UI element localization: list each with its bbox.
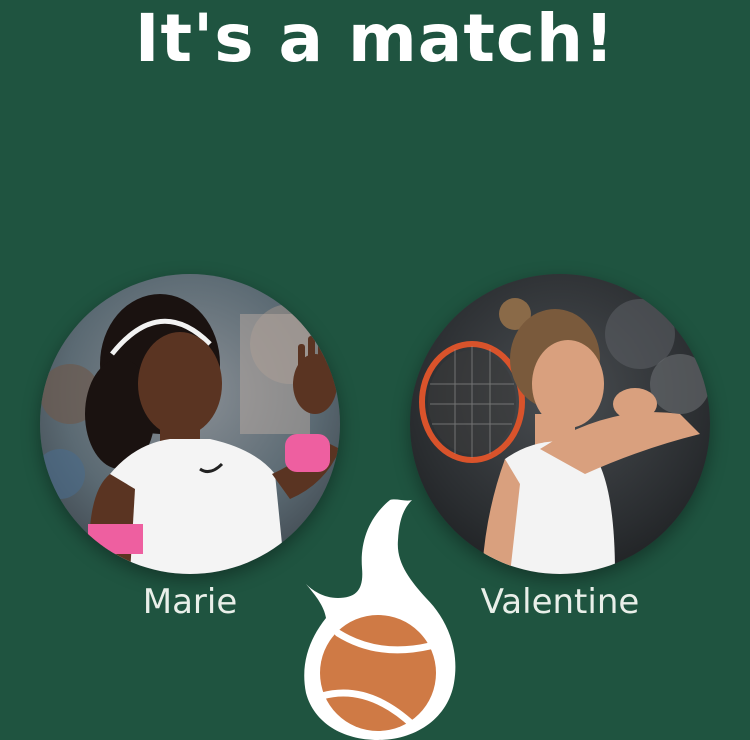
match-title: It's a match! [134, 0, 616, 77]
tennis-ball-flame-logo-icon [304, 499, 456, 740]
profile-name-marie: Marie [142, 582, 238, 622]
player-photo-marie-icon [40, 274, 340, 574]
profile-name-valentine: Valentine [480, 582, 640, 622]
profile-photo-marie[interactable] [40, 274, 340, 574]
